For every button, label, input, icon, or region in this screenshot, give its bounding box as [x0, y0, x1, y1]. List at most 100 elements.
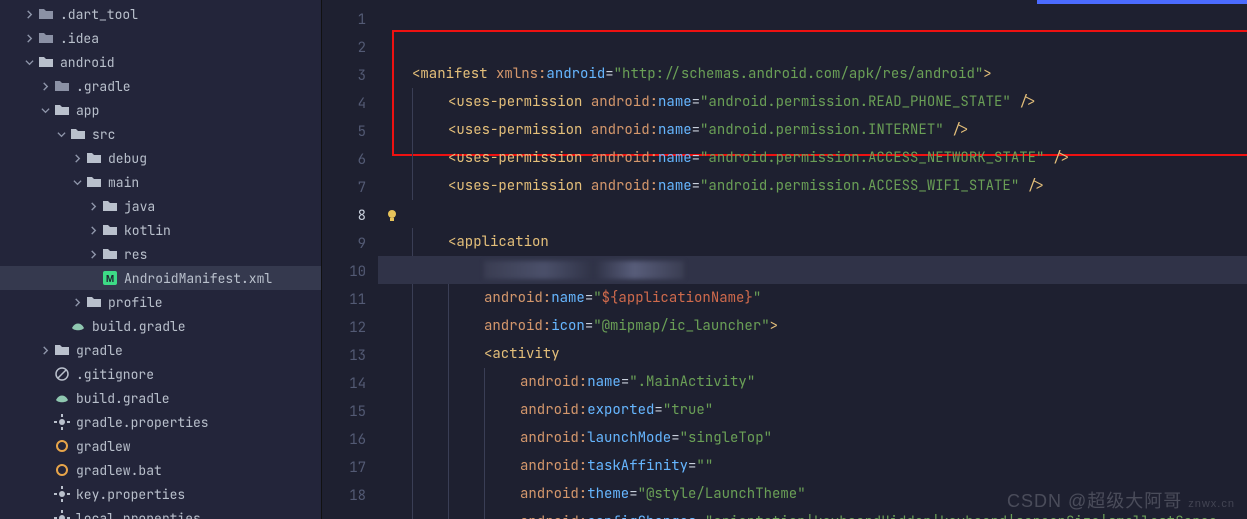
- line-number: 10: [322, 258, 366, 286]
- line-number: 3: [322, 62, 366, 90]
- code-line[interactable]: android:icon="@mipmap/ic_launcher">: [412, 312, 1247, 340]
- dot-dart-tool-folder[interactable]: .dart_tool: [0, 2, 321, 26]
- gitignore-file[interactable]: .gitignore: [0, 362, 321, 386]
- profile-folder[interactable]: profile: [0, 290, 321, 314]
- src-folder[interactable]: src: [0, 122, 321, 146]
- android-manifest-file[interactable]: M AndroidManifest.xml: [0, 266, 321, 290]
- gradlew-bat-file[interactable]: gradlew.bat: [0, 458, 321, 482]
- gradle-icon: [70, 318, 86, 334]
- folder-icon: [86, 294, 102, 310]
- chevron-none-icon: [40, 465, 50, 475]
- chevron-down-icon[interactable]: [56, 129, 66, 139]
- chevron-down-icon[interactable]: [40, 105, 50, 115]
- intention-bulb-icon[interactable]: [384, 208, 400, 224]
- code-line[interactable]: [378, 256, 1247, 284]
- code-line[interactable]: <manifest xmlns:android="http://schemas.…: [412, 60, 1247, 88]
- code-line[interactable]: android:configChanges="orientation|keybo…: [412, 508, 1247, 519]
- line-number: 13: [322, 342, 366, 370]
- chevron-right-icon[interactable]: [88, 201, 98, 211]
- app-folder[interactable]: app: [0, 98, 321, 122]
- chevron-right-icon[interactable]: [24, 33, 34, 43]
- folder-icon: [38, 54, 54, 70]
- dot-gradle-folder[interactable]: .gradle: [0, 74, 321, 98]
- line-number: 4: [322, 90, 366, 118]
- code-line[interactable]: <uses-permission android:name="android.p…: [412, 144, 1247, 172]
- debug-folder[interactable]: debug: [0, 146, 321, 170]
- tree-label: .gradle: [76, 78, 131, 95]
- line-number: 11: [322, 286, 366, 314]
- line-number: 18: [322, 482, 366, 510]
- line-number: 16: [322, 426, 366, 454]
- kotlin-folder[interactable]: kotlin: [0, 218, 321, 242]
- dot-idea-folder[interactable]: .idea: [0, 26, 321, 50]
- chevron-none-icon: [40, 513, 50, 519]
- gradle-folder[interactable]: gradle: [0, 338, 321, 362]
- code-line[interactable]: android:taskAffinity="": [412, 452, 1247, 480]
- tree-label: gradle.properties: [76, 414, 209, 431]
- tree-label: build.gradle: [92, 318, 186, 335]
- gradlew-file[interactable]: gradlew: [0, 434, 321, 458]
- tree-label: res: [124, 246, 147, 263]
- key-properties-file[interactable]: key.properties: [0, 482, 321, 506]
- dim-folder: [38, 6, 54, 22]
- code-line[interactable]: <uses-permission android:name="android.p…: [412, 88, 1247, 116]
- chevron-right-icon[interactable]: [72, 297, 82, 307]
- tree-label: debug: [108, 150, 147, 167]
- code-line[interactable]: <application: [412, 228, 1247, 256]
- local-properties-file[interactable]: local.properties: [0, 506, 321, 519]
- folder-icon: [54, 342, 70, 358]
- line-number: 15: [322, 398, 366, 426]
- root-build-gradle-file[interactable]: build.gradle: [0, 386, 321, 410]
- code-line[interactable]: android:name=".MainActivity": [412, 368, 1247, 396]
- gear-icon: [54, 414, 70, 430]
- android-folder[interactable]: android: [0, 50, 321, 74]
- gear-icon: [54, 486, 70, 502]
- line-number: 9: [322, 230, 366, 258]
- line-number: 1: [322, 6, 366, 34]
- tree-label: android: [60, 54, 115, 71]
- tree-label: java: [124, 198, 155, 215]
- app-build-gradle-file[interactable]: build.gradle: [0, 314, 321, 338]
- code-line[interactable]: <uses-permission android:name="android.p…: [412, 172, 1247, 200]
- gradle-properties-file[interactable]: gradle.properties: [0, 410, 321, 434]
- tree-label: gradlew: [76, 438, 131, 455]
- code-line[interactable]: <activity: [412, 340, 1247, 368]
- code-area[interactable]: <manifest xmlns:android="http://schemas.…: [378, 0, 1247, 519]
- ignore-icon: [54, 366, 70, 382]
- project-tree[interactable]: .dart_tool.idea android .gradle appsrc debug…: [0, 0, 322, 519]
- chevron-right-icon[interactable]: [24, 9, 34, 19]
- main-folder[interactable]: main: [0, 170, 321, 194]
- line-number: 12: [322, 314, 366, 342]
- folder-icon: [102, 222, 118, 238]
- chevron-right-icon[interactable]: [88, 249, 98, 259]
- code-editor[interactable]: 123456789101112131415161718 <manifest xm…: [322, 0, 1247, 519]
- chevron-down-icon[interactable]: [24, 57, 34, 67]
- code-line[interactable]: android:launchMode="singleTop": [412, 424, 1247, 452]
- gear-icon: [54, 510, 70, 519]
- java-folder[interactable]: java: [0, 194, 321, 218]
- folder-icon: [86, 150, 102, 166]
- code-line[interactable]: android:exported="true": [412, 396, 1247, 424]
- redacted-blur: [484, 261, 684, 279]
- res-folder[interactable]: res: [0, 242, 321, 266]
- tree-label: AndroidManifest.xml: [124, 270, 272, 287]
- line-number: 6: [322, 146, 366, 174]
- manifest-icon: M: [102, 270, 118, 286]
- dim-folder: [54, 78, 70, 94]
- line-number: 14: [322, 370, 366, 398]
- chevron-right-icon[interactable]: [88, 225, 98, 235]
- chevron-none-icon: [40, 393, 50, 403]
- tree-label: main: [108, 174, 139, 191]
- chevron-down-icon[interactable]: [72, 177, 82, 187]
- code-line[interactable]: android:theme="@style/LaunchTheme": [412, 480, 1247, 508]
- chevron-right-icon[interactable]: [40, 81, 50, 91]
- code-line[interactable]: [412, 200, 1247, 228]
- tree-label: gradlew.bat: [76, 462, 162, 479]
- chevron-right-icon[interactable]: [72, 153, 82, 163]
- code-line[interactable]: <uses-permission android:name="android.p…: [412, 116, 1247, 144]
- code-line[interactable]: android:name="${applicationName}": [412, 284, 1247, 312]
- chevron-right-icon[interactable]: [40, 345, 50, 355]
- folder-icon: [102, 198, 118, 214]
- chevron-none-icon: [40, 369, 50, 379]
- tree-label: key.properties: [76, 486, 185, 503]
